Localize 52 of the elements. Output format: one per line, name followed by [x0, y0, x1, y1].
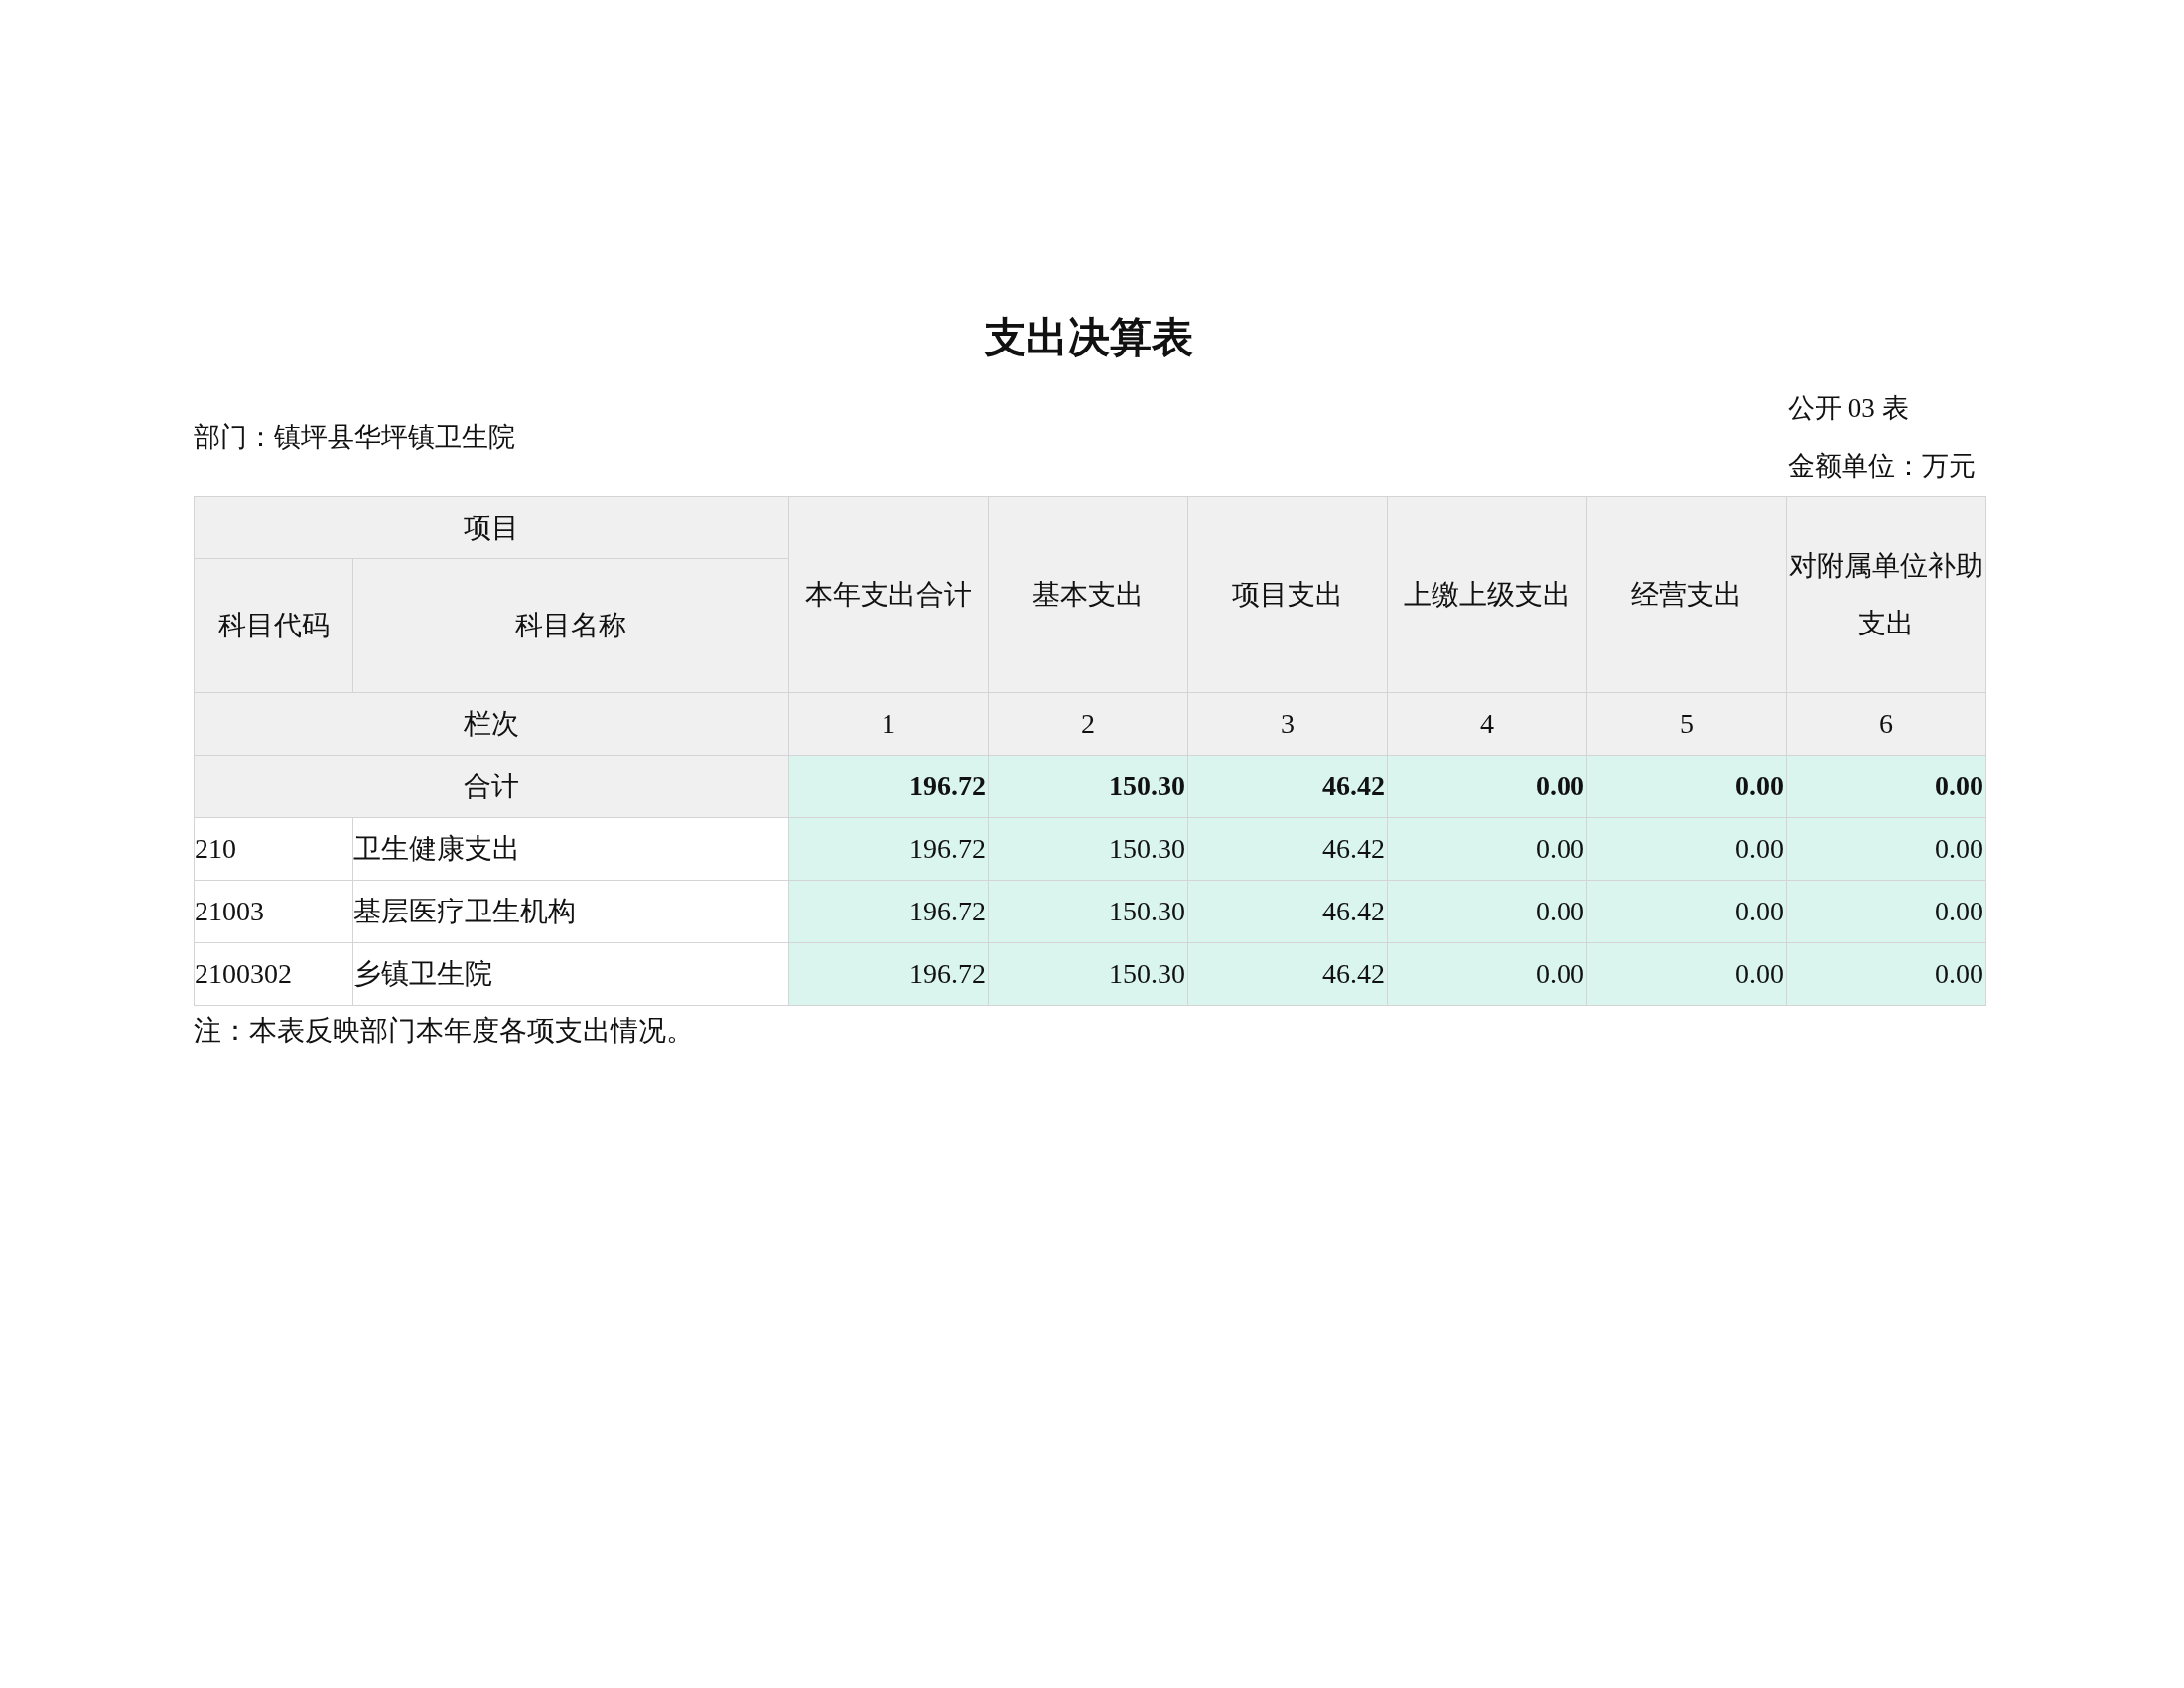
header-cell: 对附属单位补助支出 [1786, 496, 1986, 693]
table-cell: 0.00 [1586, 755, 1787, 818]
index-number-cell: 4 [1387, 692, 1587, 756]
index-number-cell: 6 [1786, 692, 1986, 756]
table-cell: 46.42 [1187, 942, 1388, 1006]
table-cell: 46.42 [1187, 755, 1388, 818]
table-cell: 0.00 [1586, 942, 1787, 1006]
total-label-cell: 合计 [194, 755, 789, 818]
header-cell: 科目代码 [194, 558, 353, 693]
table-cell: 0.00 [1786, 817, 1986, 881]
table-cell: 0.00 [1786, 755, 1986, 818]
table-cell: 150.30 [988, 880, 1188, 943]
table-cell: 卫生健康支出 [352, 817, 789, 881]
header-cell: 项目支出 [1187, 496, 1388, 693]
table-cell: 150.30 [988, 817, 1188, 881]
table-cell: 0.00 [1387, 880, 1587, 943]
table-cell: 196.72 [788, 817, 989, 881]
table-cell: 0.00 [1387, 755, 1587, 818]
header-cell: 基本支出 [988, 496, 1188, 693]
header-cell: 项目 [194, 496, 789, 559]
table-cell: 0.00 [1786, 942, 1986, 1006]
table-cell: 2100302 [194, 942, 353, 1006]
table-title: 支出决算表 [983, 314, 1194, 362]
table-cell: 46.42 [1187, 817, 1388, 881]
header-cell: 本年支出合计 [788, 496, 989, 693]
index-number-cell: 3 [1187, 692, 1388, 756]
department-label: 部门：镇坪县华坪镇卫生院 [194, 421, 515, 454]
table-cell: 0.00 [1786, 880, 1986, 943]
unit-label: 金额单位：万元 [1788, 450, 1976, 483]
header-cell: 上缴上级支出 [1387, 496, 1587, 693]
table-cell: 196.72 [788, 755, 989, 818]
table-cell: 基层医疗卫生机构 [352, 880, 789, 943]
table-cell: 210 [194, 817, 353, 881]
table-cell: 196.72 [788, 880, 989, 943]
index-number-cell: 1 [788, 692, 989, 756]
table-cell: 21003 [194, 880, 353, 943]
table-number: 公开 03 表 [1788, 392, 1910, 425]
table-cell: 0.00 [1586, 880, 1787, 943]
table-cell: 0.00 [1586, 817, 1787, 881]
table-cell: 46.42 [1187, 880, 1388, 943]
table-cell: 150.30 [988, 755, 1188, 818]
table-cell: 150.30 [988, 942, 1188, 1006]
index-number-cell: 2 [988, 692, 1188, 756]
table-cell: 乡镇卫生院 [352, 942, 789, 1006]
table-cell: 0.00 [1387, 817, 1587, 881]
index-number-cell: 5 [1586, 692, 1787, 756]
header-cell: 科目名称 [352, 558, 789, 693]
table-cell: 196.72 [788, 942, 989, 1006]
index-label-cell: 栏次 [194, 692, 789, 756]
header-cell: 经营支出 [1586, 496, 1787, 693]
table-cell: 0.00 [1387, 942, 1587, 1006]
table-note: 注：本表反映部门本年度各项支出情况。 [194, 1014, 695, 1048]
